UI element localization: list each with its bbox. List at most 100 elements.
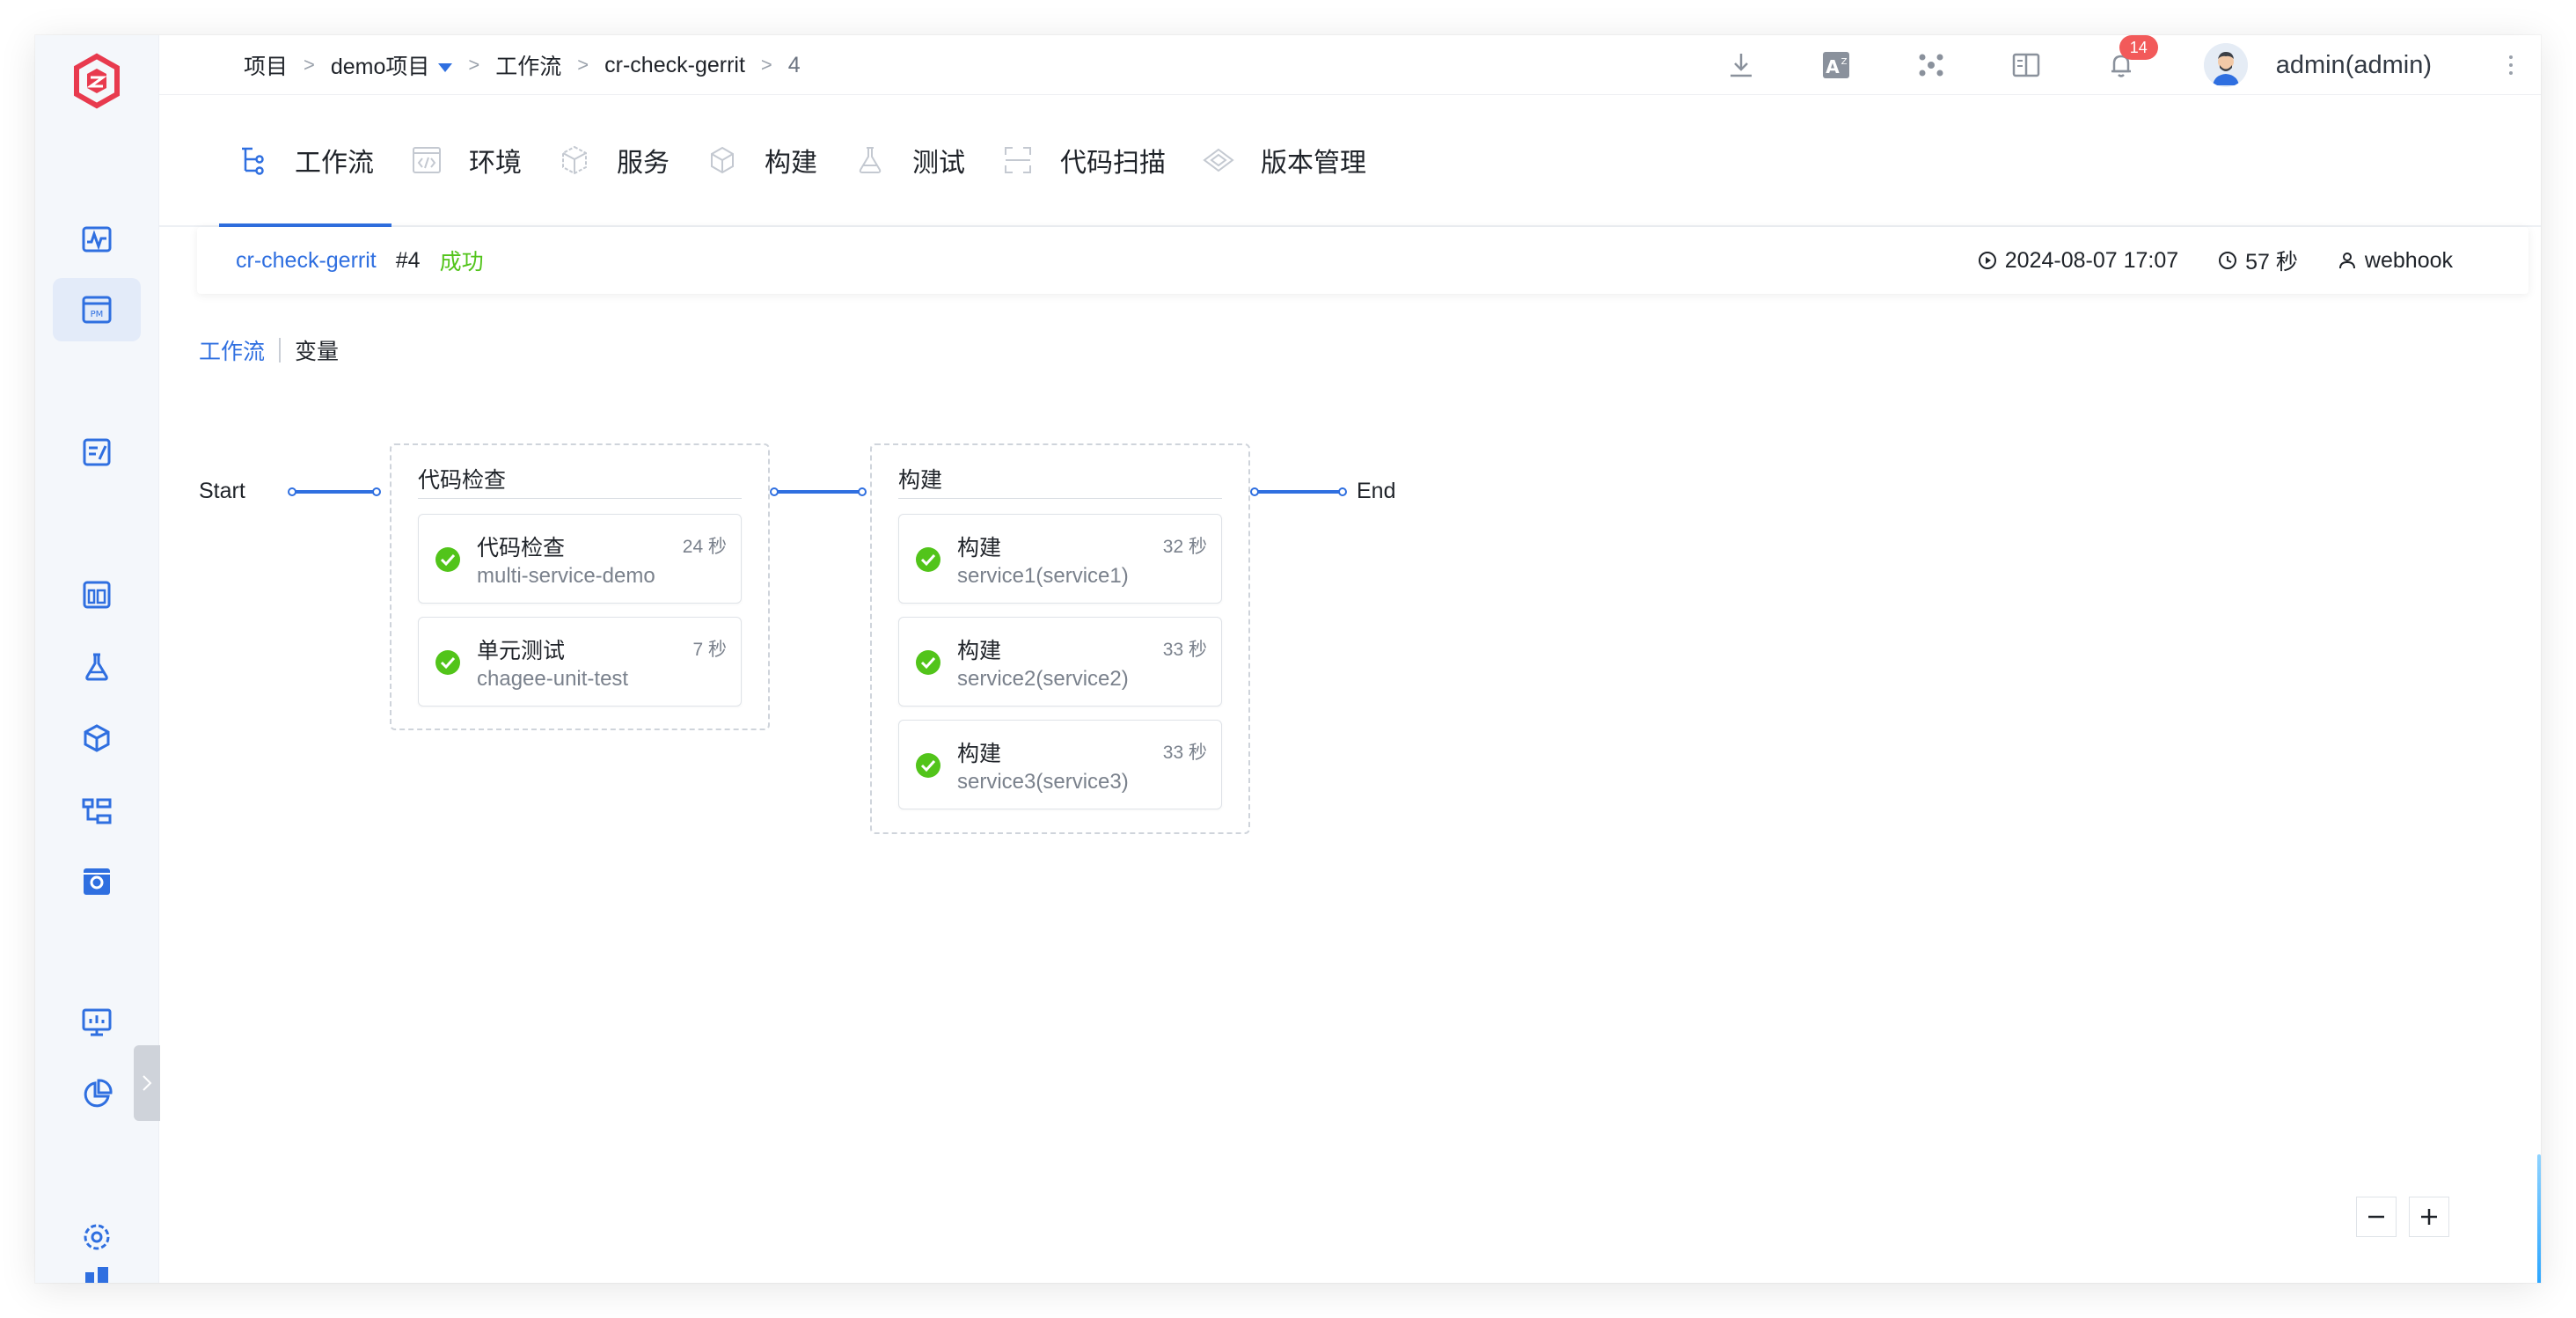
job-duration: 24 秒	[682, 537, 727, 557]
job-duration: 33 秒	[1162, 640, 1207, 660]
tab-environment[interactable]: 环境	[411, 95, 522, 225]
plus-icon	[2421, 1209, 2437, 1225]
build-icon	[711, 146, 734, 174]
stage-code-check: 代码检查 代码检查 multi-service-demo 24 秒 单元测试 c…	[390, 443, 770, 730]
rail-package-icon[interactable]	[53, 707, 141, 771]
job-target: service1(service1)	[957, 564, 1129, 588]
connector	[292, 490, 377, 494]
environment-icon	[413, 147, 441, 173]
user-menu[interactable]: admin(admin)	[2203, 43, 2432, 87]
zoom-in-button[interactable]	[2409, 1197, 2449, 1237]
job-duration: 33 秒	[1162, 743, 1207, 763]
app-window: PM 项目 > demo项目 > 工作流 > cr-check-gerrit >…	[35, 35, 2541, 1283]
plugin-icon[interactable]	[1914, 48, 1949, 83]
job-name: 构建	[957, 536, 1002, 560]
connector	[774, 490, 862, 494]
rail-environment-icon[interactable]	[53, 563, 141, 626]
rail-test-icon[interactable]	[53, 635, 141, 699]
job-name: 构建	[957, 742, 1002, 766]
job-target: multi-service-demo	[477, 564, 655, 588]
tab-label: 代码扫描	[1060, 149, 1166, 178]
rail-settings-box-icon[interactable]	[53, 850, 141, 913]
username: admin(admin)	[2275, 50, 2432, 79]
translate-icon[interactable]: AZ	[1819, 48, 1854, 83]
rail-monitor-icon[interactable]	[53, 991, 141, 1054]
duration: 57 秒	[2217, 245, 2298, 276]
rail-org-icon[interactable]	[53, 1265, 141, 1283]
trigger-value: webhook	[2364, 247, 2453, 273]
rail-collapse-button[interactable]	[134, 1045, 160, 1121]
rail-analytics-icon[interactable]	[53, 1063, 141, 1126]
tab-label: 工作流	[295, 149, 374, 178]
summary-workflow-link[interactable]: cr-check-gerrit	[236, 248, 377, 274]
job-card[interactable]: 代码检查 multi-service-demo 24 秒	[418, 514, 742, 604]
breadcrumb: 项目 > demo项目 > 工作流 > cr-check-gerrit > 4	[244, 35, 801, 95]
start-time: 2024-08-07 17:07	[1977, 248, 2178, 274]
job-duration: 7 秒	[692, 640, 727, 660]
tab-label: 服务	[617, 149, 670, 178]
play-circle-icon	[1978, 252, 1996, 269]
download-icon[interactable]	[1723, 48, 1759, 83]
job-target: service2(service2)	[957, 667, 1129, 691]
stage-divider	[418, 498, 742, 499]
breadcrumb-workflow[interactable]: cr-check-gerrit	[604, 53, 745, 78]
caret-down-icon	[438, 63, 453, 73]
clock-icon	[2219, 252, 2237, 269]
breadcrumb-projects[interactable]: 项目	[244, 49, 288, 81]
zoom-out-button[interactable]	[2356, 1197, 2397, 1237]
tab-label: 构建	[765, 149, 817, 178]
docs-icon[interactable]	[2009, 48, 2044, 83]
breadcrumb-workflows[interactable]: 工作流	[495, 49, 561, 81]
tab-workflow[interactable]: 工作流	[219, 95, 392, 227]
success-check-icon	[916, 753, 940, 778]
avatar	[2203, 43, 2248, 87]
tab-test[interactable]: 测试	[854, 95, 965, 225]
rail-dashboard-icon[interactable]	[53, 208, 141, 271]
tab-service[interactable]: 服务	[559, 95, 670, 225]
pipeline-canvas[interactable]: Start 代码检查 代码检查 multi-service-demo 24 秒 …	[159, 299, 2541, 1283]
connector-dot	[1250, 487, 1259, 496]
job-card[interactable]: 单元测试 chagee-unit-test 7 秒	[418, 617, 742, 707]
chevron-right-icon	[143, 1075, 152, 1091]
job-duration: 32 秒	[1162, 537, 1207, 557]
breadcrumb-run: 4	[787, 52, 801, 77]
version-icon	[1203, 148, 1234, 172]
job-card[interactable]: 构建 service2(service2) 33 秒	[898, 617, 1222, 707]
service-icon	[562, 145, 587, 175]
job-target: service3(service3)	[957, 770, 1129, 794]
rail-project-icon[interactable]: PM	[53, 278, 141, 341]
connector	[1255, 490, 1343, 494]
minus-icon	[2368, 1215, 2384, 1219]
trigger: webhook	[2337, 248, 2453, 274]
job-card[interactable]: 构建 service1(service1) 32 秒	[898, 514, 1222, 604]
connector-dot	[288, 487, 296, 496]
job-card[interactable]: 构建 service3(service3) 33 秒	[898, 720, 1222, 809]
summary-meta: 2024-08-07 17:07 57 秒 webhook	[1938, 245, 2453, 276]
more-vertical-icon[interactable]	[2502, 48, 2520, 83]
stage-title: 代码检查	[418, 468, 507, 493]
summary-run-number: #4	[395, 247, 421, 273]
bell-icon[interactable]: 14	[2104, 35, 2158, 83]
tab-build[interactable]: 构建	[706, 95, 817, 225]
rail-system-settings-icon[interactable]	[53, 1205, 141, 1269]
run-summary: cr-check-gerrit #4 成功 2024-08-07 17:07 5…	[197, 227, 2528, 294]
breadcrumb-separator: >	[304, 54, 315, 76]
connector-dot	[1338, 487, 1347, 496]
pipeline-end: End	[1357, 479, 1396, 503]
rail-pipeline-icon[interactable]	[53, 780, 141, 843]
side-drawer-handle[interactable]	[2537, 1154, 2541, 1283]
status-badge: 成功	[439, 250, 484, 275]
project-name: demo项目	[330, 55, 430, 79]
rail-release-icon[interactable]	[53, 421, 141, 484]
tab-code-scan[interactable]: 代码扫描	[1002, 95, 1166, 225]
tab-label: 版本管理	[1261, 149, 1366, 178]
tab-version[interactable]: 版本管理	[1203, 95, 1366, 225]
svg-text:PM: PM	[91, 310, 104, 319]
notification-badge: 14	[2119, 35, 2158, 60]
app-logo-icon[interactable]	[71, 53, 122, 113]
svg-text:Z: Z	[1841, 57, 1847, 67]
left-rail: PM	[35, 35, 160, 1283]
duration-value: 57 秒	[2245, 250, 2298, 275]
breadcrumb-project-select[interactable]: demo项目	[331, 49, 453, 81]
success-check-icon	[435, 547, 460, 572]
